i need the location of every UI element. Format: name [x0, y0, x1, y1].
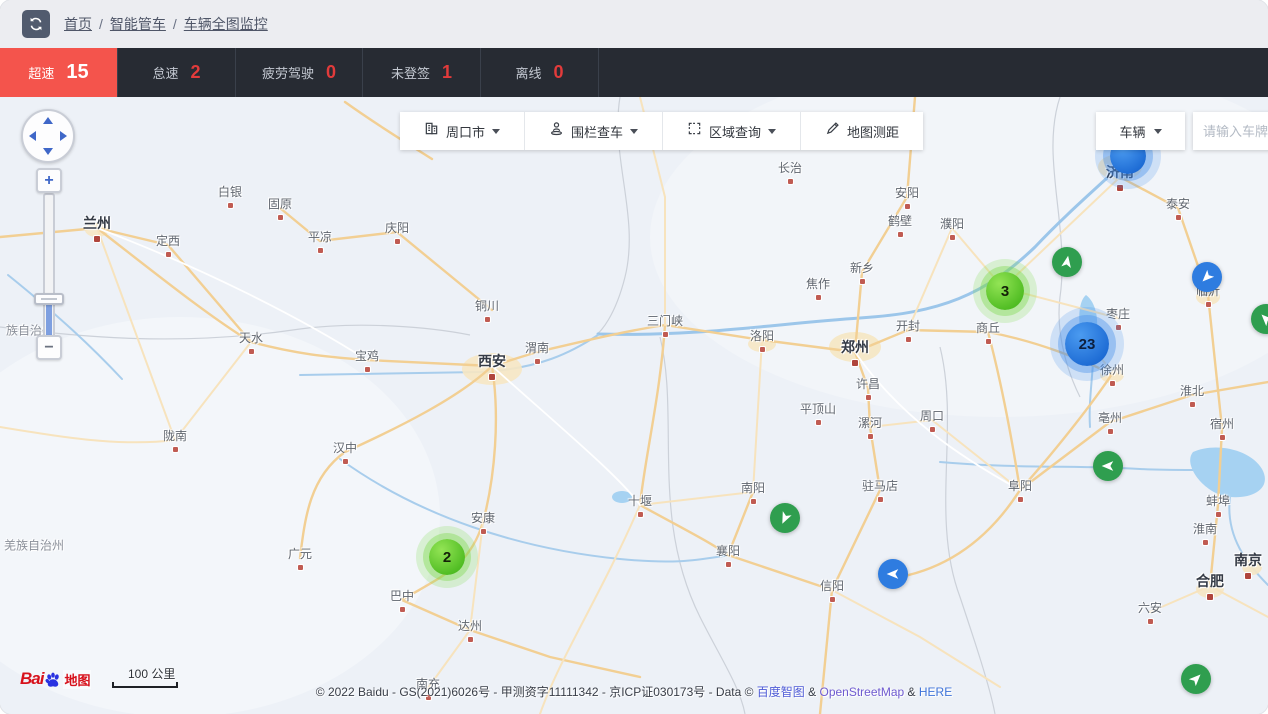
breadcrumb: 首页 / 智能管车 / 车辆全图监控 [64, 14, 268, 34]
alarm-tab-label: 超速 [28, 63, 54, 82]
alarm-tab-count: 15 [66, 61, 88, 84]
map-toolbar: 周口市 围栏查车 区域查询 地图测距 [400, 112, 923, 150]
breadcrumb-link[interactable]: 车辆全图监控 [184, 14, 268, 34]
zoom-in-button[interactable]: + [36, 168, 62, 193]
toolbar-button-label: 地图测距 [847, 122, 899, 141]
alarm-tab-label: 离线 [516, 63, 542, 82]
attribution-link-OpenStreetMap[interactable]: OpenStreetMap [819, 685, 904, 699]
cluster-marker-2[interactable]: 2 [429, 539, 465, 575]
cluster-count: 3 [1001, 283, 1009, 300]
map-pan-control[interactable] [21, 109, 75, 163]
vehicle-filter-dropdown[interactable]: 车辆 [1096, 112, 1185, 150]
toolbar-button-围栏查车[interactable]: 围栏查车 [525, 112, 663, 150]
breadcrumb-link[interactable]: 首页 [64, 14, 92, 34]
alarm-tab-count: 1 [442, 62, 452, 83]
alarm-tab-怠速[interactable]: 怠速 2 [118, 48, 236, 97]
vehicle-arrow-marker[interactable] [1052, 247, 1082, 277]
alarm-tab-label: 未登签 [391, 63, 430, 82]
zoom-slider-fill [46, 305, 52, 335]
pan-down-icon[interactable] [43, 148, 53, 155]
plate-search-input[interactable] [1193, 112, 1268, 150]
vehicle-arrow-marker[interactable] [1192, 262, 1222, 292]
map-background [0, 97, 1268, 714]
alarm-tab-count: 0 [326, 62, 336, 83]
area-select-icon [687, 121, 702, 141]
refresh-icon-glyph [28, 16, 44, 32]
cluster-marker-3[interactable]: 3 [986, 272, 1024, 310]
chevron-down-icon [1154, 129, 1162, 138]
city-icon [424, 121, 439, 141]
breadcrumb-link[interactable]: 智能管车 [110, 14, 166, 34]
toolbar-button-label: 区域查询 [709, 122, 761, 141]
alarm-tab-离线[interactable]: 离线 0 [481, 48, 599, 97]
toolbar-button-周口市[interactable]: 周口市 [400, 112, 525, 150]
breadcrumb-separator: / [173, 16, 177, 32]
vehicle-arrow-marker[interactable] [770, 503, 800, 533]
pencil-ruler-icon [825, 121, 840, 141]
chevron-down-icon [492, 129, 500, 138]
alarm-tab-label: 怠速 [152, 63, 178, 82]
cluster-marker-23[interactable]: 23 [1065, 322, 1109, 366]
alarm-tab-未登签[interactable]: 未登签 1 [363, 48, 481, 97]
vehicle-arrow-marker[interactable] [1093, 451, 1123, 481]
chevron-down-icon [768, 129, 776, 138]
navigation-arrow-icon [773, 506, 797, 530]
navigation-arrow-icon [1099, 457, 1117, 475]
cluster-count: 2 [443, 549, 451, 566]
vehicle-filter-label: 车辆 [1119, 122, 1145, 141]
toolbar-button-地图测距[interactable]: 地图测距 [801, 112, 923, 150]
alarm-tab-label: 疲劳驾驶 [262, 63, 314, 82]
vehicle-arrow-marker[interactable] [878, 559, 908, 589]
pan-up-icon[interactable] [43, 117, 53, 124]
attribution-text: & [904, 685, 919, 699]
navigation-arrow-icon [1253, 306, 1268, 331]
navigation-arrow-icon [1057, 252, 1078, 273]
attribution-text: & [805, 685, 820, 699]
navigation-arrow-icon [884, 565, 902, 583]
alarm-tab-count: 0 [554, 62, 564, 83]
fence-person-icon [549, 121, 564, 141]
app-window: 首页 / 智能管车 / 车辆全图监控 超速 15 怠速 2 疲劳驾驶 0 未登签 1 离线 0 [0, 0, 1268, 714]
zoom-slider-track[interactable] [43, 193, 55, 338]
pan-left-icon[interactable] [29, 131, 36, 141]
cluster-count: 23 [1079, 336, 1096, 353]
chevron-down-icon [630, 129, 638, 138]
toolbar-button-区域查询[interactable]: 区域查询 [663, 112, 801, 150]
pan-right-icon[interactable] [60, 131, 67, 141]
zoom-out-button[interactable]: − [36, 335, 62, 360]
attribution-link-HERE[interactable]: HERE [919, 685, 952, 699]
alarm-tab-疲劳驾驶[interactable]: 疲劳驾驶 0 [236, 48, 363, 97]
breadcrumb-separator: / [99, 16, 103, 32]
attribution-text: © 2022 Baidu - GS(2021)6026号 - 甲测资字11111… [316, 685, 757, 699]
alarm-tab-count: 2 [191, 62, 201, 83]
map-attribution: © 2022 Baidu - GS(2021)6026号 - 甲测资字11111… [0, 683, 1268, 700]
toolbar-button-label: 围栏查车 [571, 122, 623, 141]
toolbar-button-label: 周口市 [446, 122, 485, 141]
breadcrumb-bar: 首页 / 智能管车 / 车辆全图监控 [0, 0, 1268, 48]
zoom-slider-handle[interactable] [34, 293, 64, 305]
refresh-icon[interactable] [22, 10, 50, 38]
alarm-tab-超速[interactable]: 超速 15 [0, 48, 118, 97]
map-canvas[interactable]: 兰州白银定西固原平凉庆阳天水宝鸡西安渭南铜川三门峡洛阳郑州开封焦作新乡长治安阳鹤… [0, 97, 1268, 714]
alarm-tab-bar: 超速 15 怠速 2 疲劳驾驶 0 未登签 1 离线 0 [0, 48, 1268, 97]
attribution-link-百度智图[interactable]: 百度智图 [757, 685, 805, 699]
navigation-arrow-icon [1194, 264, 1219, 289]
